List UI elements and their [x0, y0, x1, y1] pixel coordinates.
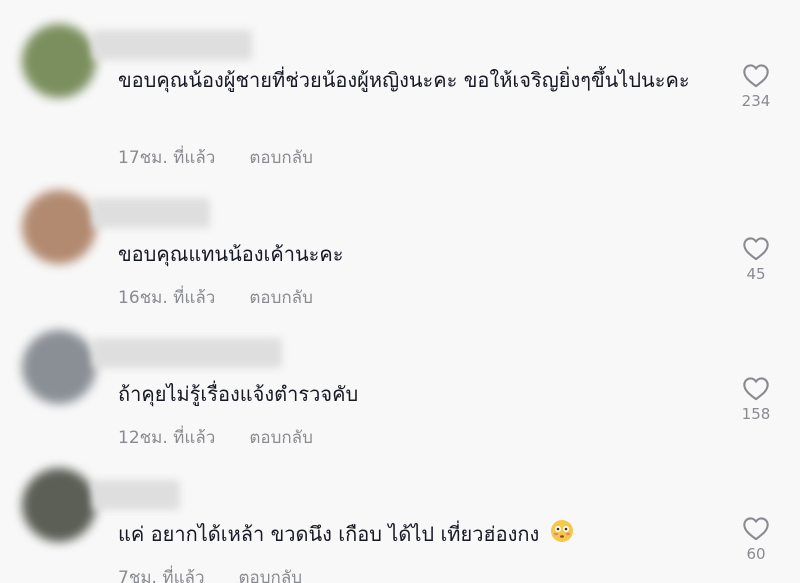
flushed-face-emoji — [550, 518, 574, 554]
reply-button[interactable]: ตอบกลับ — [249, 284, 313, 311]
reply-button[interactable]: ตอบกลับ — [249, 144, 313, 171]
comment-meta: 17ชม. ที่แล้ว ตอบกลับ — [118, 144, 313, 171]
username[interactable] — [92, 480, 180, 510]
reply-button[interactable]: ตอบกลับ — [249, 424, 313, 451]
comment-time: 17ชม. ที่แล้ว — [118, 148, 216, 168]
like-button[interactable]: 158 — [730, 375, 782, 423]
comment-text: แค่ อยากได้เหล้า ขวดนึง เกือบ ได้ไป เที่… — [118, 516, 708, 554]
comment-time: 7ชม. ที่แล้ว — [118, 568, 205, 583]
avatar[interactable] — [22, 468, 96, 542]
comment-time: 16ชม. ที่แล้ว — [118, 288, 216, 308]
like-button[interactable]: 45 — [730, 235, 782, 283]
heart-icon — [743, 377, 769, 401]
comment-meta: 7ชม. ที่แล้ว ตอบกลับ — [118, 564, 302, 583]
username[interactable] — [92, 338, 282, 368]
heart-icon — [743, 237, 769, 261]
like-count: 45 — [746, 265, 766, 283]
avatar[interactable] — [22, 330, 96, 404]
comment-item: แค่ อยากได้เหล้า ขวดนึง เกือบ ได้ไป เที่… — [0, 0, 800, 583]
username[interactable] — [92, 198, 210, 228]
comment-time: 12ชม. ที่แล้ว — [118, 428, 216, 448]
avatar[interactable] — [22, 190, 96, 264]
like-button[interactable]: 60 — [730, 515, 782, 563]
comments-list: ขอบคุณน้องผู้ชายที่ช่วยน้องผู้หญิงนะคะ ข… — [0, 0, 800, 583]
reply-button[interactable]: ตอบกลับ — [239, 564, 303, 583]
comment-meta: 16ชม. ที่แล้ว ตอบกลับ — [118, 284, 313, 311]
comment-text: ถ้าคุยไม่รู้เรื่องแจ้งตำรวจคับ — [118, 382, 359, 406]
comment-text: ขอบคุณแทนน้องเค้านะคะ — [118, 242, 344, 266]
like-count: 60 — [746, 545, 766, 563]
comment-meta: 12ชม. ที่แล้ว ตอบกลับ — [118, 424, 313, 451]
comment-text-content: แค่ อยากได้เหล้า ขวดนึง เกือบ ได้ไป เที่… — [118, 522, 540, 546]
heart-icon — [743, 517, 769, 541]
like-count: 158 — [741, 405, 771, 423]
